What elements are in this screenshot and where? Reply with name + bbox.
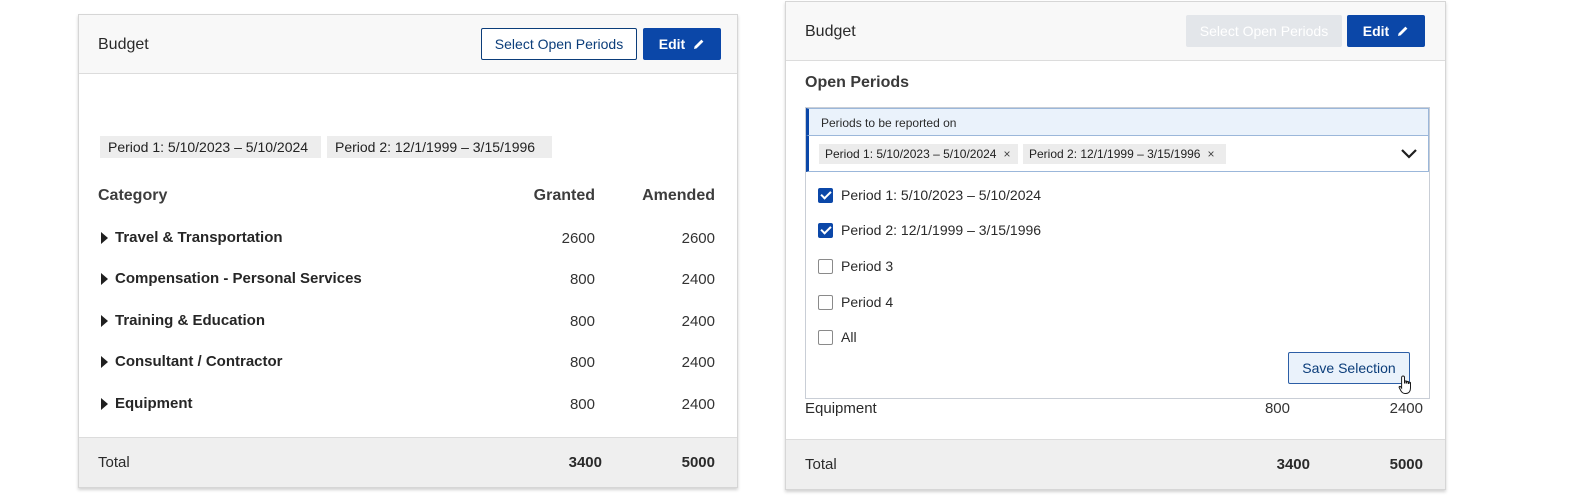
- caret-right-icon[interactable]: [101, 273, 108, 285]
- checkbox[interactable]: [818, 330, 833, 345]
- row-amended: 2400: [681, 354, 715, 371]
- pencil-icon: [1398, 26, 1408, 36]
- panel-header: Budget Select Open Periods Edit: [786, 2, 1445, 61]
- chevron-down-icon[interactable]: [1400, 146, 1418, 160]
- option-label: All: [841, 329, 857, 345]
- option-label: Period 2: 12/1/1999 – 3/15/1996: [841, 222, 1042, 238]
- total-row: Total 3400 5000: [79, 437, 737, 487]
- column-header-category: Category: [98, 187, 168, 204]
- period-chip: Period 1: 5/10/2023 – 5/10/2024: [100, 136, 321, 158]
- row-granted: 800: [569, 354, 595, 371]
- row-category: Equipment: [805, 400, 877, 417]
- period-chip: Period 2: 12/1/1999 – 3/15/1996: [327, 136, 552, 158]
- caret-right-icon[interactable]: [101, 232, 108, 244]
- row-amended: 2400: [681, 313, 715, 330]
- panel-title: Budget: [805, 23, 856, 40]
- dropdown-label: Periods to be reported on: [821, 116, 957, 130]
- edit-button[interactable]: Edit: [1347, 15, 1425, 47]
- column-header-granted: Granted: [533, 187, 595, 204]
- row-category: Training & Education: [115, 312, 266, 329]
- total-granted: 3400: [1276, 456, 1310, 473]
- selected-tag: Period 2: 12/1/1999 – 3/15/1996 ×: [1023, 144, 1226, 164]
- table-row[interactable]: Consultant / Contractor 800 2400: [79, 353, 737, 373]
- checkbox[interactable]: [818, 259, 833, 274]
- close-icon[interactable]: ×: [1207, 147, 1214, 161]
- edit-label: Edit: [1362, 23, 1390, 39]
- row-category: Consultant / Contractor: [115, 353, 283, 370]
- edit-button[interactable]: Edit: [643, 28, 721, 60]
- table-row: Equipment 800 2400: [786, 400, 1445, 420]
- dropdown-selected-values[interactable]: Period 1: 5/10/2023 – 5/10/2024 × Period…: [806, 136, 1429, 172]
- budget-panel-right: Budget Select Open Periods Edit Open Per…: [785, 1, 1446, 490]
- selected-tag-label: Period 1: 5/10/2023 – 5/10/2024: [825, 147, 997, 161]
- table-row[interactable]: Compensation - Personal Services 800 240…: [79, 270, 737, 290]
- table-row[interactable]: Training & Education 800 2400: [79, 312, 737, 332]
- caret-right-icon[interactable]: [101, 315, 108, 327]
- total-label: Total: [805, 456, 837, 473]
- select-open-periods-label: Select Open Periods: [1199, 23, 1329, 39]
- total-row: Total 3400 5000: [786, 439, 1445, 489]
- table-row[interactable]: Travel & Transportation 2600 2600: [79, 229, 737, 249]
- row-granted: 800: [569, 396, 595, 413]
- option-label: Period 4: [841, 294, 894, 310]
- save-selection-label: Save Selection: [1302, 360, 1396, 376]
- open-periods-heading: Open Periods: [805, 74, 910, 91]
- select-open-periods-button: Select Open Periods: [1186, 15, 1342, 47]
- row-category: Compensation - Personal Services: [115, 270, 362, 287]
- total-granted: 3400: [568, 454, 602, 471]
- checkbox[interactable]: [818, 295, 833, 310]
- total-amended: 5000: [681, 454, 715, 471]
- panel-header: Budget Select Open Periods Edit: [79, 15, 737, 74]
- selected-tag-label: Period 2: 12/1/1999 – 3/15/1996: [1029, 147, 1201, 161]
- total-amended: 5000: [1389, 456, 1423, 473]
- row-granted: 2600: [561, 230, 595, 247]
- dropdown-label-bar: Periods to be reported on: [806, 108, 1429, 136]
- table-row[interactable]: Equipment 800 2400: [79, 395, 737, 415]
- row-amended: 2600: [681, 230, 715, 247]
- total-label: Total: [98, 454, 130, 471]
- panel-title: Budget: [98, 36, 149, 53]
- option-label: Period 1: 5/10/2023 – 5/10/2024: [841, 187, 1042, 203]
- row-granted: 800: [569, 271, 595, 288]
- checkbox[interactable]: [818, 188, 833, 203]
- row-granted: 800: [1264, 400, 1290, 417]
- row-granted: 800: [569, 313, 595, 330]
- row-category: Equipment: [115, 395, 193, 412]
- budget-panel-left: Budget Select Open Periods Edit Period 1…: [78, 14, 738, 488]
- selected-tag: Period 1: 5/10/2023 – 5/10/2024 ×: [819, 144, 1018, 164]
- hand-pointer-icon: [1398, 375, 1411, 394]
- column-header-amended: Amended: [642, 187, 715, 204]
- save-selection-button[interactable]: Save Selection: [1288, 352, 1410, 384]
- option-label: Period 3: [841, 258, 894, 274]
- pencil-icon: [694, 39, 704, 49]
- close-icon[interactable]: ×: [1003, 147, 1010, 161]
- row-amended: 2400: [1389, 400, 1423, 417]
- caret-right-icon[interactable]: [101, 356, 108, 368]
- row-amended: 2400: [681, 271, 715, 288]
- select-open-periods-button[interactable]: Select Open Periods: [481, 28, 637, 60]
- row-amended: 2400: [681, 396, 715, 413]
- periods-multiselect[interactable]: Periods to be reported on Period 1: 5/10…: [805, 107, 1430, 399]
- period-chip-label: Period 2: 12/1/1999 – 3/15/1996: [335, 139, 536, 155]
- row-category: Travel & Transportation: [115, 229, 283, 246]
- edit-label: Edit: [658, 36, 686, 52]
- checkbox[interactable]: [818, 223, 833, 238]
- caret-right-icon[interactable]: [101, 398, 108, 410]
- select-open-periods-label: Select Open Periods: [494, 36, 624, 52]
- period-chip-label: Period 1: 5/10/2023 – 5/10/2024: [108, 139, 309, 155]
